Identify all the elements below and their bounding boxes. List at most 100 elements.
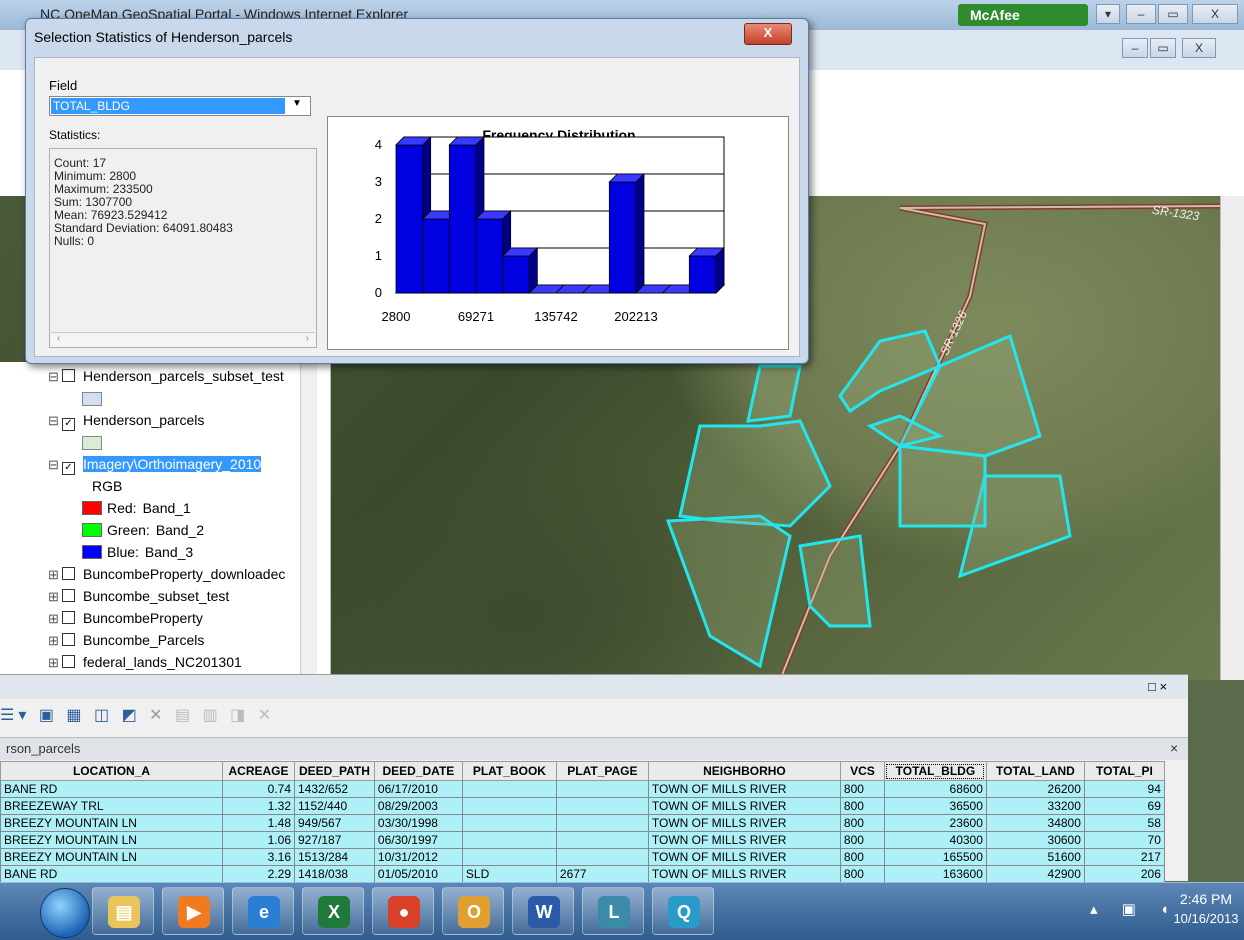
column-header[interactable]: TOTAL_LAND xyxy=(985,761,1085,781)
zoom-to-selected-icon[interactable]: ▤ xyxy=(175,707,194,724)
table-cell[interactable]: 94 xyxy=(1083,780,1165,798)
layer-checkbox[interactable] xyxy=(62,633,75,646)
table-cell[interactable]: SLD xyxy=(461,865,557,883)
table-cell[interactable]: BREEZY MOUNTAIN LN xyxy=(0,848,223,866)
table-cell[interactable]: 165500 xyxy=(883,848,987,866)
delete-selected-icon[interactable]: ✕ xyxy=(149,707,166,724)
clock-date[interactable]: 10/16/2013 xyxy=(1168,911,1244,926)
toc-layer[interactable]: ⊞ federal_lands_NC201301 xyxy=(48,654,242,674)
table-cell[interactable]: 1513/284 xyxy=(294,848,375,866)
table-cell[interactable]: 949/567 xyxy=(294,814,375,832)
table-row[interactable]: BREEZEWAY TRL 1.32 1152/440 08/29/2003 TOWN … xyxy=(0,797,1165,815)
table-window-controls[interactable]: □ × xyxy=(1148,679,1167,694)
table-cell[interactable]: 42900 xyxy=(985,865,1085,883)
table-tab[interactable]: rson_parcels × xyxy=(0,737,1188,760)
close-button[interactable]: X xyxy=(1192,4,1238,24)
layer-name[interactable]: Buncombe_subset_test xyxy=(83,588,229,604)
toc-layer[interactable]: ⊟ Henderson_parcels_subset_test xyxy=(48,368,284,388)
column-header[interactable]: VCS xyxy=(839,761,885,781)
scroll-left-icon[interactable]: ‹ xyxy=(57,333,60,344)
table-cell[interactable]: 1.32 xyxy=(222,797,295,815)
table-cell[interactable] xyxy=(461,797,557,815)
column-header[interactable]: TOTAL_PI xyxy=(1083,761,1165,781)
table-row[interactable]: BANE RD 2.29 1418/038 01/05/2010 SLD 2677 TOWN… xyxy=(0,865,1165,883)
taskbar-app-explorer[interactable]: ▤ xyxy=(92,887,154,935)
column-header[interactable]: NEIGHBORHO xyxy=(647,761,841,781)
table-cell[interactable]: TOWN OF MILLS RIVER xyxy=(647,780,841,798)
table-cell[interactable]: 01/05/2010 xyxy=(373,865,463,883)
expand-icon[interactable]: ⊞ xyxy=(48,611,62,627)
layer-checkbox[interactable] xyxy=(62,589,75,602)
statistics-scrollbar[interactable]: ‹ › xyxy=(51,332,315,347)
minimize-button[interactable]: – xyxy=(1126,4,1156,24)
table-cell[interactable] xyxy=(461,848,557,866)
table-cell[interactable]: 34800 xyxy=(985,814,1085,832)
start-button[interactable] xyxy=(40,888,90,938)
table-cell[interactable]: 30600 xyxy=(985,831,1085,849)
taskbar-app-word[interactable]: W xyxy=(512,887,574,935)
toc-layer[interactable]: ⊞ BuncombeProperty_downloadec xyxy=(48,566,285,586)
table-cell[interactable]: 33200 xyxy=(985,797,1085,815)
table-cell[interactable]: 06/30/1997 xyxy=(373,831,463,849)
table-cell[interactable]: 217 xyxy=(1083,848,1165,866)
column-header[interactable]: DEED_PATH xyxy=(294,761,375,781)
table-row[interactable]: BREEZY MOUNTAIN LN 3.16 1513/284 10/31/2012… xyxy=(0,848,1165,866)
taskbar-app-outlook[interactable]: O xyxy=(442,887,504,935)
layer-checkbox[interactable] xyxy=(62,655,75,668)
chevron-down-icon[interactable]: ▼ xyxy=(292,98,302,109)
taskbar-app-excel[interactable]: X xyxy=(302,887,364,935)
table-cell[interactable]: BREEZEWAY TRL xyxy=(0,797,223,815)
table-cell[interactable]: TOWN OF MILLS RIVER xyxy=(647,831,841,849)
mcafee-button[interactable]: McAfee xyxy=(958,4,1088,26)
column-header[interactable]: TOTAL_BLDG xyxy=(883,761,987,781)
table-cell[interactable]: BANE RD xyxy=(0,865,223,883)
table-cell[interactable]: 26200 xyxy=(985,780,1085,798)
table-cell[interactable]: 36500 xyxy=(883,797,987,815)
table-cell[interactable]: 2677 xyxy=(555,865,649,883)
toc-layer[interactable]: ⊞ BuncombeProperty xyxy=(48,610,203,630)
table-cell[interactable]: BANE RD xyxy=(0,780,223,798)
layer-name[interactable]: federal_lands_NC201301 xyxy=(83,654,242,670)
toc-layer[interactable]: ⊟ ✓ Henderson_parcels xyxy=(48,412,204,432)
table-cell[interactable]: 3.16 xyxy=(222,848,295,866)
column-header[interactable]: PLAT_PAGE xyxy=(555,761,649,781)
scroll-right-icon[interactable]: › xyxy=(306,333,309,344)
table-cell[interactable]: 800 xyxy=(839,814,885,832)
table-row[interactable]: BANE RD 0.74 1432/652 06/17/2010 TOWN OF MIL… xyxy=(0,780,1165,798)
collapse-icon[interactable]: ⊟ xyxy=(48,457,62,473)
layer-checkbox[interactable]: ✓ xyxy=(62,418,75,431)
map-scrollbar[interactable] xyxy=(1220,196,1244,680)
toc-layer[interactable]: ⊟ ✓ Imagery\Orthoimagery_2010 xyxy=(48,456,262,476)
table-cell[interactable]: 927/187 xyxy=(294,831,375,849)
expand-icon[interactable]: ⊞ xyxy=(48,633,62,649)
table-cell[interactable]: 58 xyxy=(1083,814,1165,832)
table-cell[interactable]: 1.48 xyxy=(222,814,295,832)
table-cell[interactable]: 800 xyxy=(839,780,885,798)
table-row[interactable]: BREEZY MOUNTAIN LN 1.48 949/567 03/30/1998 T… xyxy=(0,814,1165,832)
table-cell[interactable] xyxy=(461,814,557,832)
table-cell[interactable]: TOWN OF MILLS RIVER xyxy=(647,865,841,883)
table-cell[interactable]: 800 xyxy=(839,848,885,866)
table-row[interactable]: BREEZY MOUNTAIN LN 1.06 927/187 06/30/1997 T… xyxy=(0,831,1165,849)
table-cell[interactable]: 163600 xyxy=(883,865,987,883)
table-cell[interactable]: 70 xyxy=(1083,831,1165,849)
table-cell[interactable] xyxy=(461,780,557,798)
taskbar-app-search[interactable]: Q xyxy=(652,887,714,935)
copy-icon[interactable]: ▥ xyxy=(203,707,222,724)
dialog-close-button[interactable]: X xyxy=(744,23,792,45)
table-cell[interactable]: 40300 xyxy=(883,831,987,849)
collapse-icon[interactable]: ⊟ xyxy=(48,369,62,385)
collapse-icon[interactable]: ⊟ xyxy=(48,413,62,429)
toc-layer[interactable]: ⊞ Buncombe_Parcels xyxy=(48,632,204,652)
layer-checkbox[interactable] xyxy=(62,611,75,624)
table-cell[interactable]: 0.74 xyxy=(222,780,295,798)
table-cell[interactable] xyxy=(555,780,649,798)
table-cell[interactable]: TOWN OF MILLS RIVER xyxy=(647,814,841,832)
layer-checkbox[interactable] xyxy=(62,567,75,580)
column-header[interactable]: PLAT_BOOK xyxy=(461,761,557,781)
column-header[interactable]: ACREAGE xyxy=(222,761,295,781)
layer-name[interactable]: BuncombeProperty xyxy=(83,610,203,626)
dropdown-icon[interactable]: ▾ xyxy=(1096,4,1120,24)
table-cell[interactable]: 69 xyxy=(1083,797,1165,815)
paste-icon[interactable]: ◨ xyxy=(230,707,249,724)
